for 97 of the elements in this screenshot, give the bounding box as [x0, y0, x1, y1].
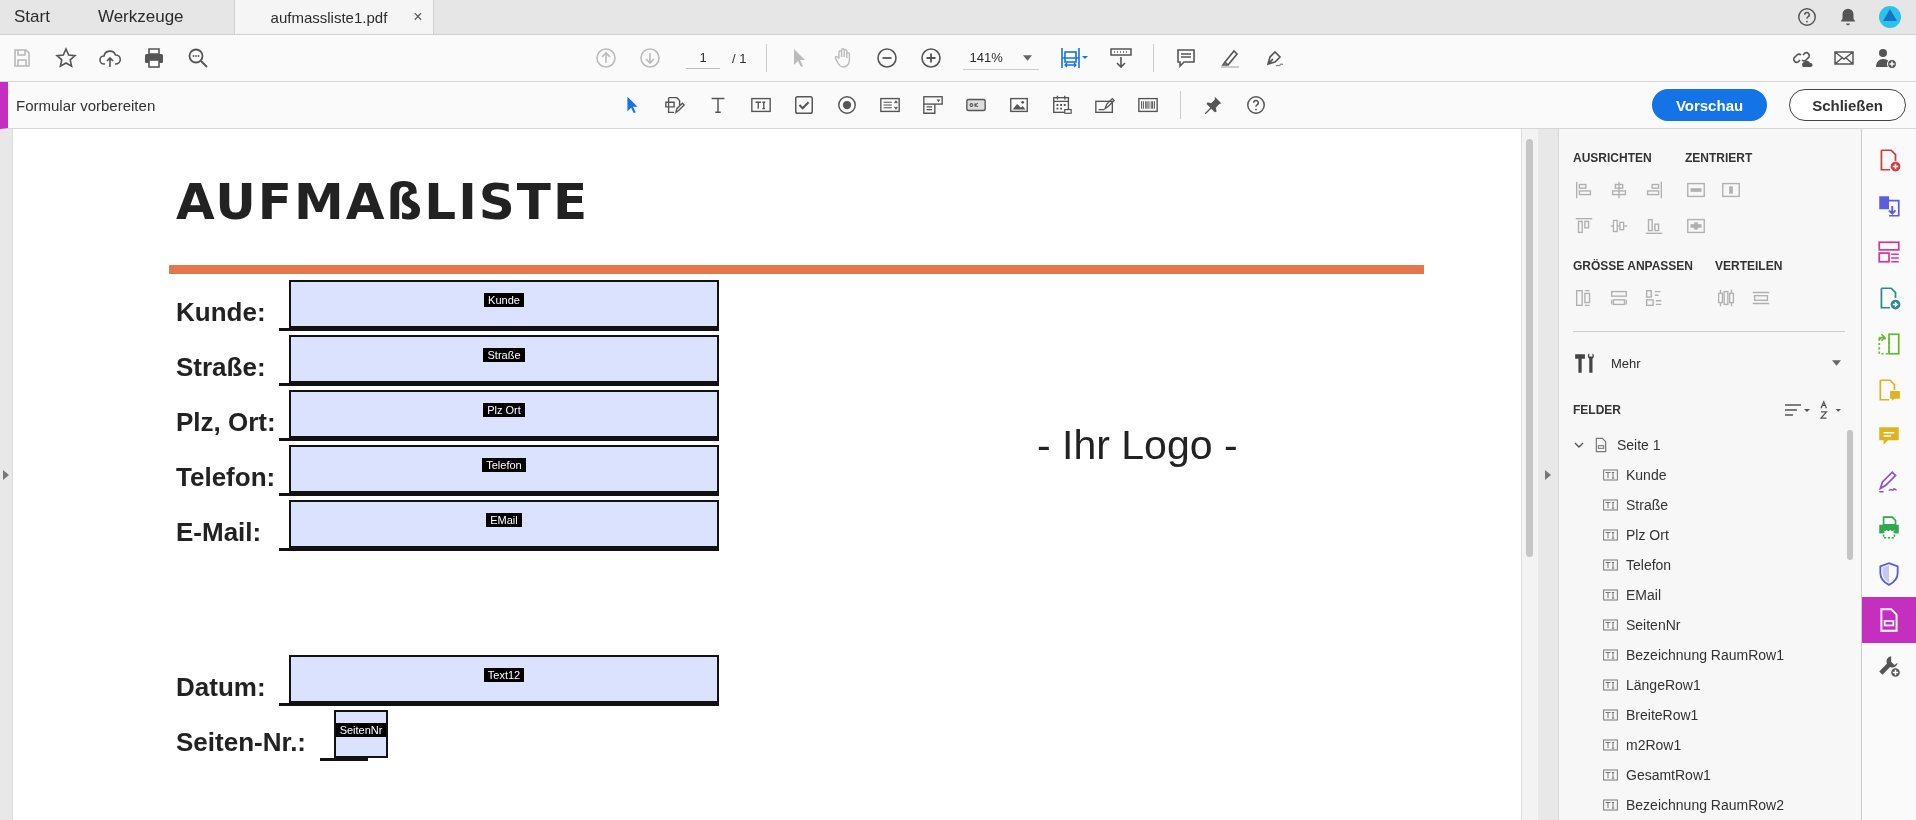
field-label: Straße: [176, 351, 267, 384]
logo-text: - Ihr Logo - [1037, 422, 1238, 468]
close-tab-button[interactable]: × [413, 8, 423, 26]
section-heading: FELDER [1573, 403, 1621, 417]
zoom-in-icon[interactable] [919, 46, 944, 70]
pin-icon[interactable] [1202, 94, 1224, 116]
tab-label: aufmassliste1.pdf [270, 8, 388, 26]
search-icon[interactable] [186, 46, 210, 70]
text-field-icon [1603, 529, 1618, 541]
text-field-icon [1603, 709, 1618, 721]
scroll-mode-icon[interactable] [1109, 46, 1134, 70]
tree-item[interactable]: Bezeichnung RaumRow2 [1573, 790, 1845, 820]
field-name-tag: Straße [483, 348, 525, 362]
form-field[interactable]: Plz Ort [289, 390, 719, 438]
collapse-panel-icon[interactable] [1545, 469, 1551, 480]
field-name-tag: Telefon [482, 458, 526, 472]
text-field-icon [1603, 589, 1618, 601]
dropdown-icon[interactable] [922, 94, 944, 116]
help-icon[interactable] [1245, 94, 1267, 116]
print-icon[interactable] [142, 46, 166, 70]
form-field[interactable]: EMail [289, 500, 719, 548]
more-dropdown[interactable]: Mehr [1573, 348, 1845, 378]
pdf-export-icon [1876, 193, 1902, 219]
preview-button[interactable]: Vorschau [1651, 89, 1768, 121]
section-heading: ZENTRIERT [1685, 151, 1753, 165]
scrollbar-thumb[interactable] [1526, 139, 1533, 557]
caret-icon [1022, 54, 1032, 61]
text-field-icon [1603, 559, 1618, 571]
field-label: Datum: [176, 671, 267, 704]
tree-item[interactable]: LängeRow1 [1573, 670, 1845, 700]
field-label: E-Mail: [176, 516, 263, 549]
text-field-icon [1603, 499, 1618, 511]
section-heading: VERTEILEN [1715, 259, 1783, 273]
text-field-icon [1603, 799, 1618, 811]
page-total: / 1 [732, 50, 747, 66]
text-field-icon [1603, 739, 1618, 751]
add-user-icon[interactable] [1874, 46, 1898, 70]
print-production-icon [1876, 515, 1902, 541]
field-name-tag: Text12 [483, 668, 525, 682]
form-field[interactable]: Kunde [289, 280, 719, 328]
document-tab[interactable]: aufmassliste1.pdf × [233, 0, 434, 34]
shield-icon [1876, 561, 1902, 587]
text-field-icon [1603, 619, 1618, 631]
tool-title: Formular vorbereiten [16, 96, 157, 114]
section-heading: GRÖSSE ANPASSEN [1573, 259, 1695, 273]
fit-page-icon[interactable] [1059, 45, 1090, 71]
nav-tab[interactable]: Werkzeuge [63, 0, 234, 34]
star-icon[interactable] [54, 46, 78, 70]
layout-icon [1876, 239, 1902, 265]
tree-item[interactable]: SeitenNr [1573, 610, 1845, 640]
tree-item[interactable]: BreiteRow1 [1573, 700, 1845, 730]
field-label: Seiten-Nr.: [176, 726, 307, 759]
field-label: Telefon: [176, 461, 277, 494]
document-title: AUFMAßLISTE [176, 173, 591, 231]
form-field[interactable]: SeitenNr [334, 710, 389, 758]
page-icon [1593, 437, 1609, 453]
expand-left-icon[interactable] [3, 469, 9, 480]
tools-add-icon [1876, 653, 1902, 679]
tree-item[interactable]: Kunde [1573, 460, 1845, 490]
caret-icon [1832, 360, 1841, 366]
tool-rail-item[interactable] [1862, 597, 1916, 643]
checkbox-icon[interactable] [793, 94, 815, 116]
field-name-tag: Plz Ort [483, 403, 525, 417]
field-name-tag: SeitenNr [335, 723, 387, 737]
text-field-icon [1603, 469, 1618, 481]
tree-item[interactable]: EMail [1573, 580, 1845, 610]
form-field[interactable]: Straße [289, 335, 719, 383]
section-heading: AUSRICHTEN [1573, 151, 1653, 165]
nav-tab[interactable]: Start [0, 0, 64, 34]
form-field[interactable]: Telefon [289, 445, 719, 493]
tree-item[interactable]: Seite 1 [1573, 430, 1845, 460]
field-edit-icon[interactable] [664, 94, 686, 116]
help-icon[interactable] [1796, 6, 1818, 28]
tree-item[interactable]: Bezeichnung RaumRow1 [1573, 640, 1845, 670]
close-button[interactable]: Schließen [1789, 89, 1906, 121]
tree-item[interactable]: Straße [1573, 490, 1845, 520]
radio-button-icon[interactable] [836, 94, 858, 116]
tree-item[interactable]: GesamtRow1 [1573, 760, 1845, 790]
field-name-tag: EMail [486, 513, 522, 527]
field-label: Plz, Ort: [176, 406, 277, 439]
compare-icon [1876, 331, 1902, 357]
calendar-icon[interactable] [1051, 94, 1073, 116]
text-field-icon [1603, 679, 1618, 691]
zoom-dropdown[interactable]: 141% [963, 46, 1040, 70]
form-field[interactable]: Text12 [289, 655, 719, 703]
text-field-icon [1603, 769, 1618, 781]
text-field-icon [1603, 649, 1618, 661]
tree-item[interactable]: m2Row1 [1573, 730, 1845, 760]
scrollbar-thumb[interactable] [1847, 430, 1853, 560]
document-comment-icon [1876, 377, 1902, 403]
page-number-field[interactable]: 1 [686, 47, 720, 69]
tree-item[interactable]: Plz Ort [1573, 520, 1845, 550]
field-name-tag: Kunde [484, 293, 524, 307]
zoom-out-icon[interactable] [875, 46, 900, 70]
field-label: Kunde: [176, 296, 267, 329]
avatar[interactable] [1878, 5, 1902, 29]
tree-item[interactable]: Telefon [1573, 550, 1845, 580]
